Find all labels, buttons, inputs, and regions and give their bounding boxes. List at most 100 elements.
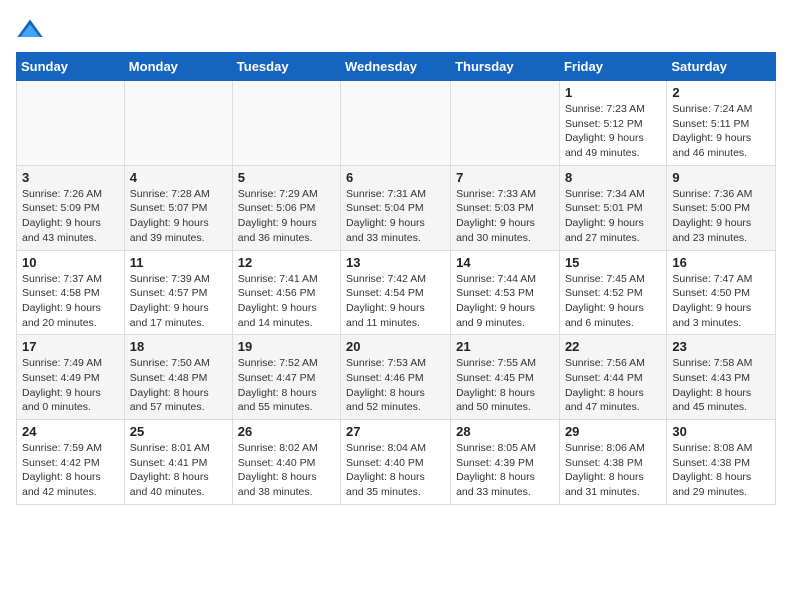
- week-row-3: 10Sunrise: 7:37 AMSunset: 4:58 PMDayligh…: [17, 250, 776, 335]
- day-number: 27: [346, 424, 445, 439]
- day-cell: 22 Sunrise: 7:56 AMSunset: 4:44 PMDayligh…: [559, 335, 666, 420]
- day-info: Sunrise: 7:45 AMSunset: 4:52 PMDaylight:…: [565, 272, 661, 331]
- header-cell-saturday: Saturday: [667, 53, 776, 81]
- day-info: Sunrise: 7:31 AMSunset: 5:04 PMDaylight:…: [346, 187, 445, 246]
- day-cell: 15 Sunrise: 7:45 AMSunset: 4:52 PMDayligh…: [559, 250, 666, 335]
- day-cell: 10Sunrise: 7:37 AMSunset: 4:58 PMDayligh…: [17, 250, 125, 335]
- day-info: Sunrise: 7:44 AMSunset: 4:53 PMDaylight:…: [456, 272, 554, 331]
- day-number: 5: [238, 170, 335, 185]
- day-cell: 12 Sunrise: 7:41 AMSunset: 4:56 PMDayligh…: [232, 250, 340, 335]
- day-info: Sunrise: 7:42 AMSunset: 4:54 PMDaylight:…: [346, 272, 445, 331]
- day-cell: 4 Sunrise: 7:28 AMSunset: 5:07 PMDaylight…: [124, 165, 232, 250]
- day-number: 26: [238, 424, 335, 439]
- week-row-5: 24 Sunrise: 7:59 AMSunset: 4:42 PMDayligh…: [17, 420, 776, 505]
- day-cell: 25Sunrise: 8:01 AMSunset: 4:41 PMDayligh…: [124, 420, 232, 505]
- day-cell: 16 Sunrise: 7:47 AMSunset: 4:50 PMDayligh…: [667, 250, 776, 335]
- day-number: 28: [456, 424, 554, 439]
- logo: [16, 16, 48, 44]
- day-info: Sunrise: 7:28 AMSunset: 5:07 PMDaylight:…: [130, 187, 227, 246]
- day-info: Sunrise: 7:23 AMSunset: 5:12 PMDaylight:…: [565, 102, 661, 161]
- header-cell-thursday: Thursday: [451, 53, 560, 81]
- day-number: 4: [130, 170, 227, 185]
- day-info: Sunrise: 8:02 AMSunset: 4:40 PMDaylight:…: [238, 441, 335, 500]
- day-info: Sunrise: 7:50 AMSunset: 4:48 PMDaylight:…: [130, 356, 227, 415]
- day-number: 13: [346, 255, 445, 270]
- day-number: 18: [130, 339, 227, 354]
- day-cell: 24 Sunrise: 7:59 AMSunset: 4:42 PMDayligh…: [17, 420, 125, 505]
- day-cell: 6 Sunrise: 7:31 AMSunset: 5:04 PMDaylight…: [341, 165, 451, 250]
- day-cell: 17Sunrise: 7:49 AMSunset: 4:49 PMDayligh…: [17, 335, 125, 420]
- header-cell-friday: Friday: [559, 53, 666, 81]
- day-cell: 14 Sunrise: 7:44 AMSunset: 4:53 PMDayligh…: [451, 250, 560, 335]
- day-cell: 18 Sunrise: 7:50 AMSunset: 4:48 PMDayligh…: [124, 335, 232, 420]
- day-cell: 19 Sunrise: 7:52 AMSunset: 4:47 PMDayligh…: [232, 335, 340, 420]
- day-number: 10: [22, 255, 119, 270]
- day-info: Sunrise: 8:04 AMSunset: 4:40 PMDaylight:…: [346, 441, 445, 500]
- day-number: 20: [346, 339, 445, 354]
- day-number: 15: [565, 255, 661, 270]
- day-info: Sunrise: 7:34 AMSunset: 5:01 PMDaylight:…: [565, 187, 661, 246]
- day-number: 6: [346, 170, 445, 185]
- day-number: 22: [565, 339, 661, 354]
- logo-icon: [16, 16, 44, 44]
- calendar-header: SundayMondayTuesdayWednesdayThursdayFrid…: [17, 53, 776, 81]
- day-number: 1: [565, 85, 661, 100]
- day-number: 19: [238, 339, 335, 354]
- header-cell-sunday: Sunday: [17, 53, 125, 81]
- day-number: 12: [238, 255, 335, 270]
- day-cell: [124, 81, 232, 166]
- header-cell-monday: Monday: [124, 53, 232, 81]
- day-number: 11: [130, 255, 227, 270]
- day-cell: 1 Sunrise: 7:23 AMSunset: 5:12 PMDaylight…: [559, 81, 666, 166]
- week-row-2: 3 Sunrise: 7:26 AMSunset: 5:09 PMDaylight…: [17, 165, 776, 250]
- day-cell: [341, 81, 451, 166]
- header-cell-wednesday: Wednesday: [341, 53, 451, 81]
- day-info: Sunrise: 7:41 AMSunset: 4:56 PMDaylight:…: [238, 272, 335, 331]
- day-info: Sunrise: 8:08 AMSunset: 4:38 PMDaylight:…: [672, 441, 770, 500]
- day-info: Sunrise: 7:39 AMSunset: 4:57 PMDaylight:…: [130, 272, 227, 331]
- day-number: 17: [22, 339, 119, 354]
- day-cell: 26 Sunrise: 8:02 AMSunset: 4:40 PMDayligh…: [232, 420, 340, 505]
- day-info: Sunrise: 7:26 AMSunset: 5:09 PMDaylight:…: [22, 187, 119, 246]
- day-number: 24: [22, 424, 119, 439]
- calendar-table: SundayMondayTuesdayWednesdayThursdayFrid…: [16, 52, 776, 505]
- day-cell: [451, 81, 560, 166]
- day-cell: [17, 81, 125, 166]
- day-cell: 3 Sunrise: 7:26 AMSunset: 5:09 PMDaylight…: [17, 165, 125, 250]
- day-cell: 2Sunrise: 7:24 AMSunset: 5:11 PMDaylight…: [667, 81, 776, 166]
- day-info: Sunrise: 8:06 AMSunset: 4:38 PMDaylight:…: [565, 441, 661, 500]
- header-cell-tuesday: Tuesday: [232, 53, 340, 81]
- day-number: 23: [672, 339, 770, 354]
- day-number: 3: [22, 170, 119, 185]
- day-info: Sunrise: 7:47 AMSunset: 4:50 PMDaylight:…: [672, 272, 770, 331]
- day-info: Sunrise: 7:58 AMSunset: 4:43 PMDaylight:…: [672, 356, 770, 415]
- page-header: [16, 16, 776, 44]
- day-cell: 23 Sunrise: 7:58 AMSunset: 4:43 PMDayligh…: [667, 335, 776, 420]
- day-number: 30: [672, 424, 770, 439]
- week-row-1: 1 Sunrise: 7:23 AMSunset: 5:12 PMDaylight…: [17, 81, 776, 166]
- day-cell: 9 Sunrise: 7:36 AMSunset: 5:00 PMDaylight…: [667, 165, 776, 250]
- day-info: Sunrise: 7:59 AMSunset: 4:42 PMDaylight:…: [22, 441, 119, 500]
- day-number: 7: [456, 170, 554, 185]
- day-info: Sunrise: 7:36 AMSunset: 5:00 PMDaylight:…: [672, 187, 770, 246]
- day-cell: 5 Sunrise: 7:29 AMSunset: 5:06 PMDaylight…: [232, 165, 340, 250]
- day-number: 2: [672, 85, 770, 100]
- day-cell: 11 Sunrise: 7:39 AMSunset: 4:57 PMDayligh…: [124, 250, 232, 335]
- day-info: Sunrise: 7:52 AMSunset: 4:47 PMDaylight:…: [238, 356, 335, 415]
- day-cell: 13 Sunrise: 7:42 AMSunset: 4:54 PMDayligh…: [341, 250, 451, 335]
- day-info: Sunrise: 7:55 AMSunset: 4:45 PMDaylight:…: [456, 356, 554, 415]
- day-number: 29: [565, 424, 661, 439]
- header-row: SundayMondayTuesdayWednesdayThursdayFrid…: [17, 53, 776, 81]
- day-number: 14: [456, 255, 554, 270]
- day-cell: 7 Sunrise: 7:33 AMSunset: 5:03 PMDaylight…: [451, 165, 560, 250]
- day-info: Sunrise: 8:01 AMSunset: 4:41 PMDaylight:…: [130, 441, 227, 500]
- day-info: Sunrise: 7:56 AMSunset: 4:44 PMDaylight:…: [565, 356, 661, 415]
- day-info: Sunrise: 7:33 AMSunset: 5:03 PMDaylight:…: [456, 187, 554, 246]
- calendar-body: 1 Sunrise: 7:23 AMSunset: 5:12 PMDaylight…: [17, 81, 776, 505]
- day-number: 9: [672, 170, 770, 185]
- day-number: 8: [565, 170, 661, 185]
- day-info: Sunrise: 7:29 AMSunset: 5:06 PMDaylight:…: [238, 187, 335, 246]
- day-number: 16: [672, 255, 770, 270]
- week-row-4: 17Sunrise: 7:49 AMSunset: 4:49 PMDayligh…: [17, 335, 776, 420]
- day-cell: 27 Sunrise: 8:04 AMSunset: 4:40 PMDayligh…: [341, 420, 451, 505]
